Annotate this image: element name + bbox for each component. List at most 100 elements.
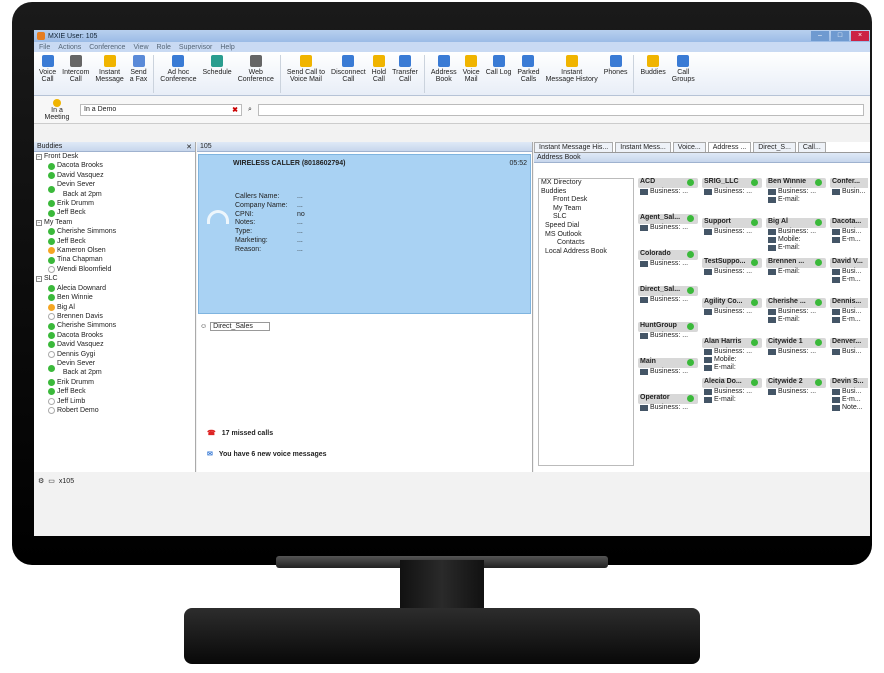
clear-status-icon[interactable]: ✖ (232, 106, 238, 114)
buddy-item[interactable]: Devin Sever Back at 2pm (36, 180, 195, 199)
buddy-item[interactable]: Dacota Brooks (36, 161, 195, 170)
buddy-item[interactable]: Erik Drumm (36, 199, 195, 208)
menu-item-file[interactable]: File (39, 44, 50, 51)
contact-card[interactable]: Brennen ... E-mail: (766, 258, 826, 284)
buddy-item[interactable]: Jeff Beck (36, 387, 195, 396)
minimize-button[interactable]: – (811, 31, 829, 41)
contact-card[interactable]: Citywide 2 Business: ... (766, 378, 826, 404)
tree-item[interactable]: Speed Dial (541, 222, 633, 231)
buddy-item[interactable]: Dennis Gygi (36, 350, 195, 359)
tree-item[interactable]: Local Address Book (541, 248, 633, 257)
contact-card[interactable]: Direct_Sal... Business: ... (638, 286, 698, 312)
active-call-card[interactable]: WIRELESS CALLER (8018602794) 05:52 ✕ Cal… (198, 154, 531, 314)
buddy-item[interactable]: Jeff Beck (36, 237, 195, 246)
buddy-item[interactable]: Kameron Olsen (36, 246, 195, 255)
toolbar-button-phone[interactable]: Voice Call (36, 55, 59, 83)
menu-item-view[interactable]: View (133, 44, 148, 51)
contact-card[interactable]: Citywide 1 Business: ... (766, 338, 826, 364)
toolbar-button-phones[interactable]: Phones (601, 55, 631, 76)
buddy-item[interactable]: Big Al (36, 303, 195, 312)
contact-card[interactable]: Agility Co... Business: ... (702, 298, 762, 324)
buddy-item[interactable]: Jeff Beck (36, 208, 195, 217)
menu-item-role[interactable]: Role (157, 44, 171, 51)
tab-4[interactable]: Direct_S... (753, 142, 796, 152)
toolbar-button-call-groups[interactable]: Call Groups (669, 55, 698, 83)
tree-item[interactable]: MX Directory (541, 179, 633, 188)
collapse-icon[interactable]: − (36, 275, 42, 282)
buddy-item[interactable]: Robert Demo (36, 406, 195, 415)
contact-card[interactable]: Devin S... Busi... E-m... Note... (830, 378, 868, 411)
contact-card[interactable]: Big Al Business: ... Mobile: E-mail: (766, 218, 826, 251)
toolbar-button-intercom[interactable]: Intercom Call (59, 55, 92, 83)
contact-card[interactable]: Denver... Busi... (830, 338, 868, 364)
contact-card[interactable]: Dacota... Busi... E-m... (830, 218, 868, 244)
tab-0[interactable]: Instant Message His... (534, 142, 614, 152)
panel-close-icon[interactable]: ✕ (186, 143, 192, 151)
contact-card[interactable]: Dennis... Busi... E-m... (830, 298, 868, 324)
buddy-item[interactable]: Tina Chapman (36, 255, 195, 264)
buddy-item[interactable]: Cherishe Simmons (36, 321, 195, 330)
contact-card[interactable]: Ben Winnie Business: ... E-mail: (766, 178, 826, 204)
tree-item[interactable]: SLC (541, 213, 633, 222)
tree-item[interactable]: Contacts (541, 239, 633, 248)
toolbar-button-hold[interactable]: Hold Call (369, 55, 389, 83)
contact-card[interactable]: Alecia Do... Business: ... E-mail: (702, 378, 762, 404)
toolbar-button-disconnect[interactable]: Disconnect Call (328, 55, 369, 83)
contact-card[interactable]: David V... Busi... E-m... (830, 258, 868, 284)
tab-2[interactable]: Voice... (672, 142, 706, 152)
menu-item-conference[interactable]: Conference (89, 44, 125, 51)
toolbar-button-call-log[interactable]: Call Log (483, 55, 515, 76)
buddy-group[interactable]: − SLC (36, 274, 195, 283)
contact-card[interactable]: SRIG_LLC Business: ... (702, 178, 762, 204)
contact-card[interactable]: Agent_Sal... Business: ... (638, 214, 698, 240)
tree-item[interactable]: Buddies (541, 188, 633, 197)
monitor-icon[interactable]: ▭ (48, 477, 55, 485)
buddy-item[interactable]: Alecia Downard (36, 284, 195, 293)
toolbar-button-chat[interactable]: Instant Message (92, 55, 126, 83)
buddy-item[interactable]: Dacota Brooks (36, 331, 195, 340)
contact-card[interactable]: Cherishe ... Business: ... E-mail: (766, 298, 826, 324)
contact-card[interactable]: Alan Harris Business: ... Mobile: E-mail: (702, 338, 762, 371)
missed-calls[interactable]: ☎ 17 missed calls (207, 429, 273, 438)
toolbar-button-buddies[interactable]: Buddies (637, 55, 668, 76)
tab-3[interactable]: Address ... (707, 142, 752, 152)
buddy-item[interactable]: Erik Drumm (36, 378, 195, 387)
toolbar-button-fax[interactable]: Send a Fax (127, 55, 151, 83)
toolbar-button-conference[interactable]: Ad hoc Conference (157, 55, 199, 83)
voicemail-notice[interactable]: ✉ You have 6 new voice messages (207, 450, 327, 458)
binoculars-icon[interactable]: ⌕ (248, 106, 252, 114)
tab-1[interactable]: Instant Mess... (615, 142, 671, 152)
buddy-item[interactable]: David Vasquez (36, 171, 195, 180)
status-note-input[interactable]: In a Demo ✖ (80, 103, 242, 116)
toolbar-button-voicemail[interactable]: Send Call to Voice Mail (284, 55, 328, 83)
menu-item-supervisor[interactable]: Supervisor (179, 44, 212, 51)
search-input[interactable] (257, 103, 864, 116)
collapse-icon[interactable]: − (36, 153, 42, 160)
queue-select[interactable]: Direct_Sales (210, 322, 271, 331)
collapse-icon[interactable]: − (36, 219, 42, 226)
presence-status-button[interactable]: In a Meeting (34, 98, 80, 121)
toolbar-button-web-conference[interactable]: Web Conference (235, 55, 277, 83)
menu-item-help[interactable]: Help (220, 44, 234, 51)
buddy-group[interactable]: − Front Desk (36, 152, 195, 161)
tab-5[interactable]: Call... (797, 142, 826, 152)
contact-card[interactable]: Colorado Business: ... (638, 250, 698, 276)
buddy-item[interactable]: Brennen Davis (36, 312, 195, 321)
contact-card[interactable]: Operator Business: ... (638, 394, 698, 420)
contact-card[interactable]: Main Business: ... (638, 358, 698, 384)
buddy-item[interactable]: Cherishe Simmons (36, 227, 195, 236)
contact-card[interactable]: ACD Business: ... (638, 178, 698, 204)
buddy-item[interactable]: Ben Winnie (36, 293, 195, 302)
menu-item-actions[interactable]: Actions (58, 44, 81, 51)
buddy-item[interactable]: Devin Sever Back at 2pm (36, 359, 195, 378)
contact-card[interactable]: Confer... Busin... (830, 178, 868, 204)
contact-card[interactable]: Support Business: ... (702, 218, 762, 244)
maximize-button[interactable]: □ (831, 31, 849, 41)
buddy-item[interactable]: David Vasquez (36, 340, 195, 349)
contact-card[interactable]: TestSuppo... Business: ... (702, 258, 762, 284)
tree-item[interactable]: MS Outlook (541, 231, 633, 240)
tree-item[interactable]: My Team (541, 205, 633, 214)
toolbar-button-calendar[interactable]: Schedule (199, 55, 234, 76)
toolbar-button-message-history[interactable]: Instant Message History (543, 55, 601, 83)
toolbar-button-parked-calls[interactable]: Parked Calls (514, 55, 542, 83)
